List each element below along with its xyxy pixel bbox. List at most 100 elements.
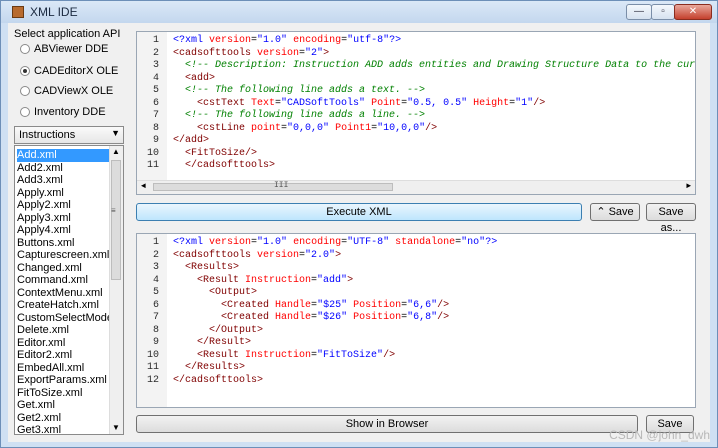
file-list-item[interactable]: Apply4.xml [17, 224, 111, 237]
code-line[interactable]: </add> [173, 135, 209, 146]
file-list-item[interactable]: FitToSize.xml [17, 387, 111, 400]
category-dropdown-value: Instructions [19, 129, 76, 141]
code-token: <cadsofttools [173, 249, 258, 261]
code-token: "add" [317, 274, 348, 286]
code-line[interactable]: </Results> [173, 362, 245, 373]
scroll-up-icon[interactable]: ▲ [112, 147, 120, 156]
code-token: "2.0" [305, 249, 336, 261]
file-list-item[interactable]: EmbedAll.xml [17, 362, 111, 375]
line-number: 8 [152, 324, 159, 336]
file-list-item[interactable]: Changed.xml [17, 262, 111, 275]
show-in-browser-button[interactable]: Show in Browser [136, 415, 638, 433]
watermark: CSDN @john_dwh [609, 428, 710, 442]
line-number: 3 [152, 262, 159, 273]
file-list-scrollbar[interactable]: ▲ ≡ ▼ [109, 146, 123, 434]
save-as-button[interactable]: Save as... [646, 203, 696, 234]
line-number: 10 [146, 349, 159, 361]
code-line[interactable]: <?xml version="1.0" encoding="UTF-8" sta… [173, 237, 497, 248]
radio-button[interactable] [20, 44, 30, 54]
code-line[interactable]: <Output> [173, 287, 257, 298]
category-dropdown[interactable]: Instructions ▼ [14, 126, 124, 144]
code-line[interactable]: <!-- The following line adds a line. --> [173, 110, 425, 121]
file-list-item[interactable]: ExportParams.xml [17, 374, 111, 387]
maximize-button[interactable]: ▫ [651, 4, 675, 20]
scroll-thumb[interactable] [111, 160, 121, 280]
file-list-item[interactable]: CustomSelectMode.xr [17, 312, 111, 325]
file-list-item[interactable]: Apply2.xml [17, 199, 111, 212]
code-line[interactable]: <Created Handle="$26" Position="6,8"/> [173, 312, 449, 323]
xml-output-editor[interactable]: 1 <?xml version="1.0" encoding="UTF-8" st… [136, 233, 696, 408]
code-token: Instruction [245, 274, 312, 286]
code-line[interactable]: <add> [173, 73, 215, 84]
code-token: "6,8" [407, 312, 438, 323]
line-number: 4 [152, 274, 159, 286]
file-list-item[interactable]: Apply3.xml [17, 212, 111, 225]
file-list-item[interactable]: Get.xml [17, 399, 111, 412]
save-button[interactable]: ⌃ Save [590, 203, 640, 221]
file-list[interactable]: Add.xml Add2.xml Add3.xml Apply.xml Apply2.x… [14, 145, 124, 435]
file-list-item[interactable]: Capturescreen.xml [17, 249, 111, 262]
horizontal-scroll-thumb[interactable]: III [153, 181, 393, 191]
chevron-down-icon: ▼ [111, 128, 120, 138]
scroll-down-icon[interactable]: ▼ [112, 423, 120, 432]
file-list-item[interactable]: Editor.xml [17, 337, 111, 350]
code-token: version [257, 249, 300, 261]
title-bar[interactable]: XML IDE — ▫ ✕ [1, 1, 717, 23]
code-line[interactable]: <FitToSize/> [173, 148, 257, 159]
code-token: </cadsofttools> [173, 160, 276, 171]
code-line[interactable]: </Result> [173, 337, 251, 348]
code-line[interactable]: <cstText Text="CADSoftTools" Point="0.5,… [173, 98, 545, 109]
file-list-item[interactable]: Command.xml [17, 274, 111, 287]
file-list-item[interactable]: CreateHatch.xml [17, 299, 111, 312]
api-group-title: Select application API [14, 28, 121, 40]
execute-xml-button[interactable]: Execute XML [136, 203, 582, 221]
code-line[interactable]: <cadsofttools version="2.0"> [173, 250, 341, 261]
radio-button[interactable] [20, 86, 30, 96]
minimize-button[interactable]: — [626, 4, 652, 20]
code-token: "FitToSize" [317, 349, 384, 361]
input-horizontal-scrollbar[interactable]: ◄ III ► [137, 180, 695, 194]
file-list-item[interactable]: Apply.xml [17, 187, 111, 200]
code-token: <Created [173, 299, 276, 311]
code-line[interactable]: </Output> [173, 325, 263, 336]
file-list-item[interactable]: Buttons.xml [17, 237, 111, 250]
code-line[interactable]: <cadsofttools version="2"> [173, 48, 329, 59]
code-token: "$25" [317, 299, 348, 311]
radio-button[interactable] [20, 66, 30, 76]
line-number: 5 [152, 85, 159, 96]
code-line[interactable]: <!-- The following line adds a text. --> [173, 85, 425, 96]
code-token: "no" [461, 237, 486, 248]
code-token: </Results> [173, 362, 246, 373]
line-number: 11 [146, 362, 159, 373]
file-list-item[interactable]: Add3.xml [17, 174, 111, 187]
code-token: /> [425, 122, 438, 134]
code-line[interactable]: <cstLine point="0,0,0" Point1="10,0,0"/> [173, 123, 437, 134]
code-line[interactable]: <Result Instruction="FitToSize"/> [173, 350, 395, 361]
file-list-item[interactable]: Editor2.xml [17, 349, 111, 362]
code-token: Position [353, 312, 402, 323]
file-list-item[interactable]: Delete.xml [17, 324, 111, 337]
code-token: > [335, 249, 342, 261]
close-button[interactable]: ✕ [674, 4, 712, 20]
code-token: /> [383, 349, 396, 361]
file-list-item[interactable]: Get2.xml [17, 412, 111, 425]
radio-button[interactable] [20, 107, 30, 117]
code-token: <Result [173, 274, 246, 286]
code-line[interactable]: <!-- Description: Instruction ADD adds e… [173, 60, 695, 71]
code-line[interactable]: </cadsofttools> [173, 160, 275, 171]
code-token: "UTF-8" [347, 237, 390, 248]
scroll-left-icon[interactable]: ◄ [141, 182, 146, 191]
file-list-item[interactable]: Add.xml [17, 149, 111, 162]
api-option-label: CADEditorX OLE [34, 65, 119, 77]
code-line[interactable]: </cadsofttools> [173, 375, 263, 386]
file-list-item[interactable]: Add2.xml [17, 162, 111, 175]
code-line[interactable]: <Created Handle="$25" Position="6,6"/> [173, 300, 449, 311]
code-line[interactable]: <Results> [173, 262, 239, 273]
code-line[interactable]: <?xml version="1.0" encoding="utf-8"?> [173, 35, 401, 46]
scroll-right-icon[interactable]: ► [686, 182, 691, 191]
file-list-item[interactable]: Get3.xml [17, 424, 111, 434]
code-line[interactable]: <Result Instruction="add"> [173, 275, 353, 286]
file-list-item[interactable]: ContextMenu.xml [17, 287, 111, 300]
api-option-label: Inventory DDE [34, 106, 106, 118]
xml-input-editor[interactable]: ◄ III ► 1 <?xml version="1.0" encoding="u… [136, 31, 696, 195]
